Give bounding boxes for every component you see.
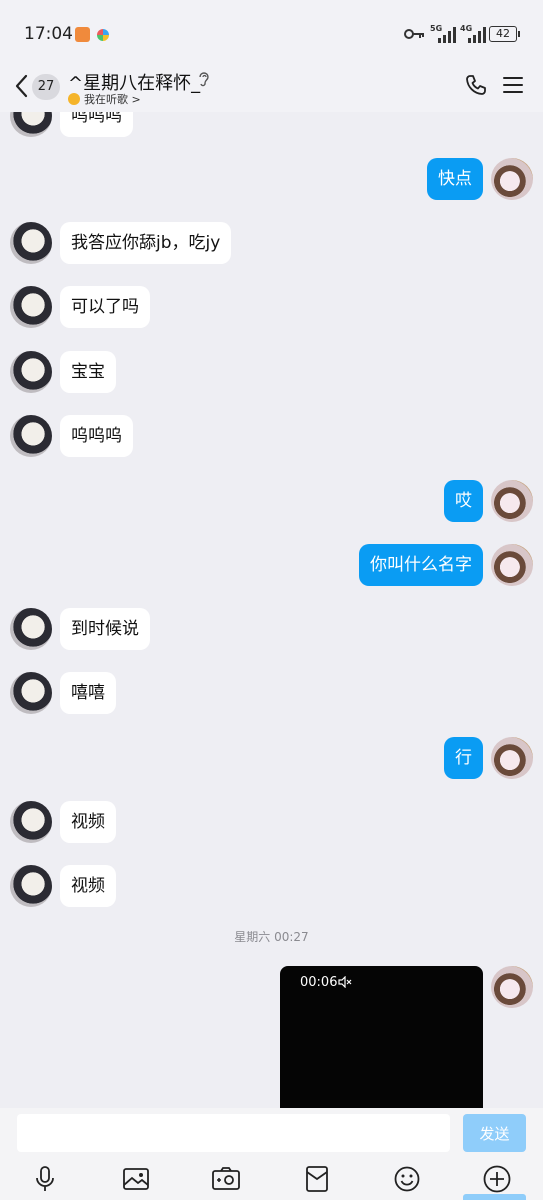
active-tab-indicator [463,1194,526,1200]
message-bubble[interactable]: 行 [444,737,483,779]
message-bubble[interactable]: 宝宝 [60,351,116,393]
image-icon[interactable] [121,1166,151,1192]
video-duration: 00:06 [300,975,338,990]
message-bubble[interactable]: 我答应你舔jb，吃jy [60,222,232,264]
message-bubble[interactable]: 视频 [60,801,116,843]
message-bubble[interactable]: 呜呜呜 [60,112,133,137]
menu-icon[interactable] [503,76,523,94]
send-button[interactable]: 发送 [463,1114,526,1152]
chat-header: 27 ^星期八在释怀_ 我在听歌 > [0,66,543,112]
contact-avatar[interactable] [10,865,52,907]
my-avatar[interactable] [491,158,533,200]
unread-count-badge[interactable]: 27 [32,74,60,100]
battery-indicator: 42 [489,26,520,42]
contact-status[interactable]: 我在听歌 > [84,91,141,107]
app-notification-icon [75,27,90,42]
status-time: 17:04 [24,24,73,44]
my-avatar[interactable] [491,544,533,586]
microphone-icon[interactable] [30,1166,60,1192]
message-list[interactable]: 呜呜呜 快点 我答应你舔jb，吃jy 可以了吗 宝宝 呜呜呜 哎 你叫什么名字 … [0,112,543,1108]
contact-avatar[interactable] [10,222,52,264]
mute-icon [338,976,352,988]
message-bubble[interactable]: 到时候说 [60,608,150,650]
input-bar: 发送 [0,1108,543,1158]
signal-icon [438,27,456,43]
contact-avatar[interactable] [10,801,52,843]
red-envelope-icon[interactable] [302,1166,332,1192]
status-bar: 17:04 5G 4G 42 [0,0,543,66]
my-avatar[interactable] [491,480,533,522]
video-message[interactable]: 00:06 [280,966,483,1108]
message-bubble[interactable]: 嘻嘻 [60,672,116,714]
contact-avatar[interactable] [10,351,52,393]
message-bubble[interactable]: 视频 [60,865,116,907]
message-bubble[interactable]: 快点 [427,158,483,200]
ear-icon [199,72,209,87]
emoji-icon[interactable] [392,1166,422,1192]
contact-avatar[interactable] [10,112,52,137]
camera-icon[interactable] [211,1166,241,1192]
message-bubble[interactable]: 呜呜呜 [60,415,133,457]
message-timestamp: 星期六 00:27 [234,930,309,944]
message-bubble[interactable]: 可以了吗 [60,286,150,328]
signal-icon [468,27,486,43]
back-arrow-icon[interactable] [14,74,28,98]
my-avatar[interactable] [491,966,533,1008]
message-bubble[interactable]: 哎 [444,480,483,522]
contact-avatar[interactable] [10,608,52,650]
key-icon [404,29,424,39]
phone-icon[interactable] [465,74,487,96]
contact-avatar[interactable] [10,415,52,457]
music-status-icon [68,93,80,105]
pinwheel-icon [97,29,109,41]
input-toolbar [0,1158,543,1200]
contact-avatar[interactable] [10,672,52,714]
message-bubble[interactable]: 你叫什么名字 [359,544,483,586]
message-input[interactable] [17,1114,450,1152]
contact-avatar[interactable] [10,286,52,328]
plus-icon[interactable] [482,1165,512,1193]
my-avatar[interactable] [491,737,533,779]
